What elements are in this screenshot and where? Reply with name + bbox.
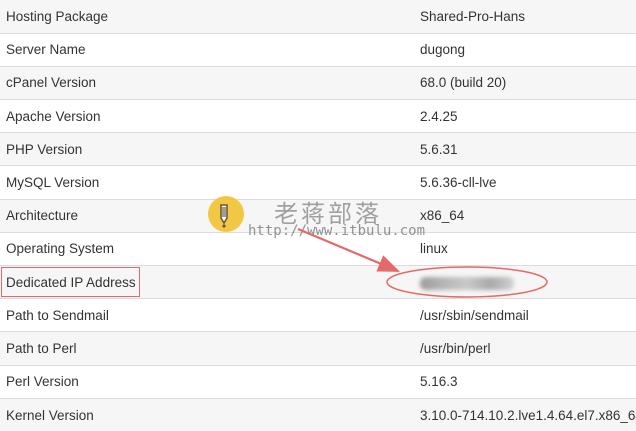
table-row: Kernel Version 3.10.0-714.10.2.lve1.4.64… <box>0 398 636 431</box>
row-label-dedicated-ip-address: Dedicated IP Address <box>6 274 136 290</box>
row-value-php-version: 5.6.31 <box>420 141 458 157</box>
row-value-path-to-perl: /usr/bin/perl <box>420 340 491 356</box>
row-value-path-to-sendmail: /usr/sbin/sendmail <box>420 307 529 323</box>
row-label-operating-system: Operating System <box>6 241 115 257</box>
row-label-server-name: Server Name <box>6 42 86 58</box>
row-label-apache-version: Apache Version <box>6 108 101 124</box>
server-info-page: Hosting Package Shared-Pro-Hans Server N… <box>0 0 636 431</box>
row-value-hosting-package: Shared-Pro-Hans <box>420 8 526 24</box>
row-label-kernel-version: Kernel Version <box>6 407 94 423</box>
row-value-operating-system: linux <box>420 241 448 257</box>
row-value-architecture: x86_64 <box>420 208 465 224</box>
row-label-php-version: PHP Version <box>6 141 83 157</box>
row-label-path-to-perl: Path to Perl <box>6 340 77 356</box>
table-row: Path to Sendmail /usr/sbin/sendmail <box>0 298 636 332</box>
blurred-ip-value <box>420 276 514 290</box>
table-row: MySQL Version 5.6.36-cll-lve <box>0 165 636 200</box>
table-row: Hosting Package Shared-Pro-Hans <box>0 0 636 34</box>
table-row: PHP Version 5.6.31 <box>0 132 636 166</box>
row-label-mysql-version: MySQL Version <box>6 175 100 191</box>
row-value-apache-version: 2.4.25 <box>420 108 458 124</box>
table-row: Dedicated IP Address <box>0 265 636 299</box>
row-value-mysql-version: 5.6.36-cll-lve <box>420 175 497 191</box>
row-label-path-to-sendmail: Path to Sendmail <box>6 307 109 323</box>
row-value-server-name: dugong <box>420 42 466 58</box>
row-label-architecture: Architecture <box>6 208 79 224</box>
row-label-cpanel-version: cPanel Version <box>6 75 97 91</box>
row-label-hosting-package: Hosting Package <box>6 8 109 24</box>
table-row: cPanel Version 68.0 (build 20) <box>0 66 636 100</box>
row-value-cpanel-version: 68.0 (build 20) <box>420 75 507 91</box>
row-label-perl-version: Perl Version <box>6 374 79 390</box>
row-value-kernel-version: 3.10.0-714.10.2.lve1.4.64.el7.x86_64 <box>420 407 636 423</box>
table-row: Apache Version 2.4.25 <box>0 99 636 133</box>
row-value-perl-version: 5.16.3 <box>420 374 458 390</box>
server-info-table: Hosting Package Shared-Pro-Hans Server N… <box>0 0 636 431</box>
table-row: Operating System linux <box>0 232 636 266</box>
table-row: Server Name dugong <box>0 33 636 67</box>
table-row: Perl Version 5.16.3 <box>0 365 636 399</box>
table-row: Path to Perl /usr/bin/perl <box>0 331 636 366</box>
table-row: Architecture x86_64 <box>0 199 636 233</box>
row-value-dedicated-ip-address <box>410 266 636 299</box>
